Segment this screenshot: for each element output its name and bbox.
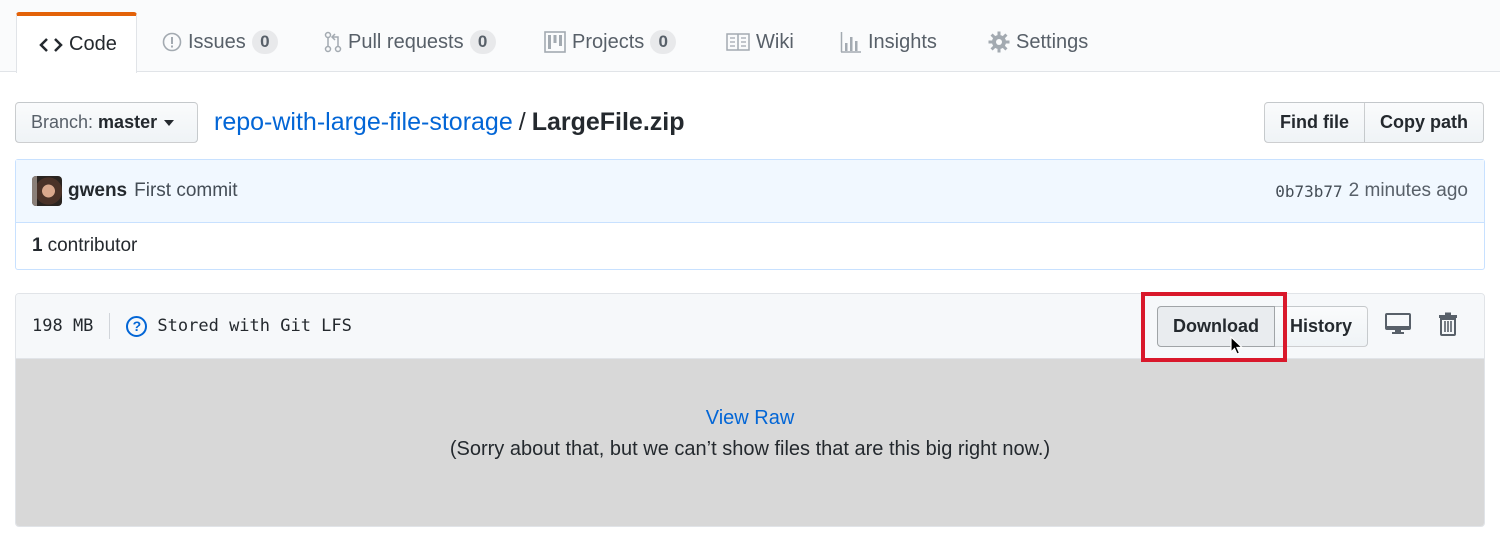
issues-counter: 0 (251, 30, 278, 54)
tab-label: Issues (188, 30, 246, 53)
commit-tease: gwens First commit 0b73b77 2 minutes ago… (15, 159, 1485, 270)
file-info: 198 MB ? Stored with Git LFS (32, 313, 352, 339)
code-icon (39, 37, 63, 53)
file-header: 198 MB ? Stored with Git LFS Download Hi… (16, 294, 1484, 359)
trashcan-icon (1438, 312, 1458, 341)
git-pull-request-icon (324, 31, 342, 53)
commit-meta: 0b73b77 2 minutes ago (1275, 180, 1468, 202)
file-name: LargeFile.zip (531, 108, 685, 136)
tab-projects[interactable]: Projects 0 (522, 12, 698, 72)
branch-prefix: Branch: (31, 112, 94, 132)
divider (109, 313, 111, 339)
commit-author[interactable]: gwens (68, 180, 127, 202)
copy-path-button[interactable]: Copy path (1365, 102, 1484, 143)
tab-label: Code (69, 33, 117, 55)
contributors-label: contributor (47, 235, 138, 256)
avatar[interactable] (32, 176, 62, 206)
tab-label: Pull requests (348, 30, 464, 53)
branch-name: master (98, 112, 158, 132)
path-actions: Find file Copy path (1264, 102, 1484, 143)
repo-link[interactable]: repo-with-large-file-storage (214, 108, 513, 136)
issue-opened-icon (162, 32, 182, 52)
gear-icon (988, 31, 1010, 53)
breadcrumb-separator: / (518, 108, 526, 136)
tab-settings[interactable]: Settings (966, 12, 1110, 72)
graph-icon (840, 31, 862, 53)
contributors[interactable]: 1 contributor (16, 223, 1484, 269)
file-box: 198 MB ? Stored with Git LFS Download Hi… (15, 293, 1485, 527)
file-actions: Download History (1156, 305, 1468, 347)
lfs-label: Stored with Git LFS (157, 316, 352, 336)
device-desktop-icon (1385, 312, 1411, 340)
tab-issues[interactable]: Issues 0 (140, 12, 300, 72)
question-icon[interactable]: ? (126, 315, 148, 337)
tab-pull-requests[interactable]: Pull requests 0 (302, 12, 518, 72)
tab-insights[interactable]: Insights (818, 12, 959, 72)
tab-label: Projects (572, 30, 645, 53)
view-raw-link[interactable]: View Raw (706, 407, 795, 430)
pull-requests-counter: 0 (469, 30, 496, 54)
projects-counter: 0 (650, 30, 677, 54)
book-icon (726, 33, 750, 51)
too-big-message: (Sorry about that, but we can’t show fil… (449, 438, 1051, 460)
find-file-button[interactable]: Find file (1264, 102, 1365, 143)
file-size: 198 MB (32, 316, 94, 336)
caret-down-icon (164, 119, 175, 126)
delete-file-button[interactable] (1428, 306, 1468, 346)
commit-message[interactable]: First commit (134, 180, 237, 202)
breadcrumb: repo-with-large-file-storage / LargeFile.z… (214, 106, 685, 138)
branch-select-button[interactable]: Branch: master (15, 102, 198, 143)
tab-label: Settings (1016, 30, 1089, 53)
commit-time: 2 minutes ago (1348, 180, 1468, 201)
commit-sha[interactable]: 0b73b77 (1275, 182, 1342, 201)
tab-label: Wiki (756, 30, 794, 53)
tab-wiki[interactable]: Wiki (704, 12, 816, 72)
tab-code[interactable]: Code (16, 12, 137, 73)
open-desktop-button[interactable] (1378, 306, 1418, 346)
file-button-group: Download History (1156, 305, 1368, 347)
history-button[interactable]: History (1274, 305, 1368, 347)
download-button[interactable]: Download (1156, 305, 1275, 347)
tab-label: Insights (868, 30, 937, 53)
contributors-count: 1 (32, 235, 43, 256)
repo-nav: Code Issues 0 Pull requests 0 Projects 0… (0, 0, 1500, 73)
latest-commit: gwens First commit 0b73b77 2 minutes ago (16, 160, 1484, 223)
blob-placeholder: View Raw (Sorry about that, but we can’t… (16, 359, 1484, 526)
project-icon (544, 31, 566, 53)
